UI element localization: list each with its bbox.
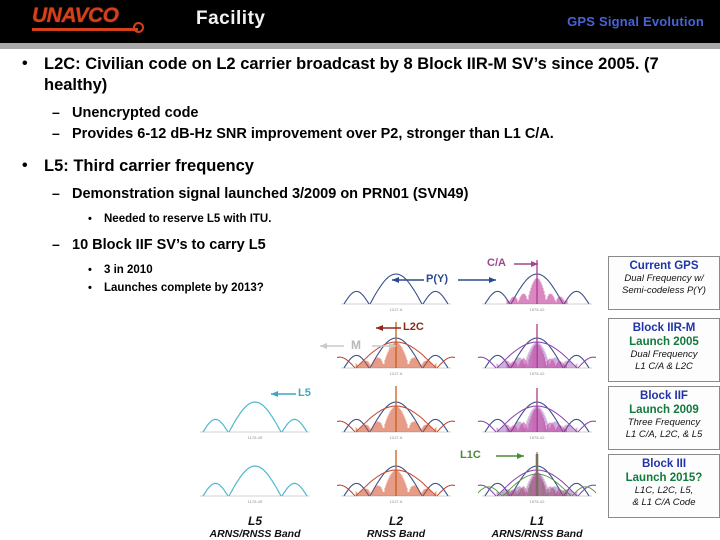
legend-box-block-iirm: Block IIR-M Launch 2005 Dual Frequency L… [608, 318, 720, 382]
facility-label: Facility [196, 8, 266, 29]
bullet-text: Provides 6-12 dB-Hz SNR improvement over… [72, 126, 554, 142]
spectrum-plot-l1-row4: 1575.42 [478, 448, 596, 505]
bullet-item: – 10 Block IIF SV’s to carry L5 [0, 235, 700, 255]
legend-title: Block III [641, 458, 687, 470]
column-caption-l1: L1 ARNS/RNSS Band [478, 514, 596, 540]
spectrum-plot-l2-row3: 1227.6 [337, 384, 455, 441]
legend-box-current-gps: Current GPS Dual Frequency w/ Semi-codel… [608, 256, 720, 310]
center-frequency-label: 1227.6 [389, 307, 403, 312]
center-frequency-label: 1575.42 [529, 307, 545, 312]
bullet-marker: • [22, 55, 28, 72]
bullet-item: – Provides 6-12 dB-Hz SNR improvement ov… [0, 124, 700, 144]
header-divider [0, 43, 720, 49]
legend-box-block-iif: Block IIF Launch 2009 Three Frequency L1… [608, 386, 720, 450]
center-frequency-label: 1575.42 [529, 435, 545, 440]
bullet-item: • Needed to reserve L5 with ITU. [0, 211, 700, 228]
center-frequency-label: 1227.6 [389, 499, 403, 504]
legend-launch: Launch 2015? [625, 472, 703, 484]
bullet-text: Demonstration signal launched 3/2009 on … [72, 186, 469, 202]
page-title: GPS Signal Evolution [567, 14, 704, 29]
center-frequency-label: 1176.45 [247, 435, 263, 440]
legend-desc-line1: L1C, L2C, L5, [634, 485, 694, 496]
column-caption-l2: L2 RNSS Band [337, 514, 455, 540]
l5-annotation: L5 [298, 387, 311, 399]
ca-annotation: C/A [487, 257, 506, 269]
spectrum-plot-l1-row3: 1575.42 [478, 384, 596, 441]
legend-title: Block IIR-M [632, 322, 696, 334]
center-frequency-label: 1227.6 [389, 435, 403, 440]
bullet-marker: • [22, 157, 28, 174]
legend-box-block-iii: Block III Launch 2015? L1C, L2C, L5, & L… [608, 454, 720, 518]
slide-canvas: UNAVCO Facility GPS Signal Evolution • L… [0, 0, 720, 540]
slide-header: UNAVCO Facility GPS Signal Evolution [0, 0, 720, 43]
column-subcaption-l1: ARNS/RNSS Band [491, 528, 583, 540]
legend-title: Block IIF [640, 390, 688, 402]
column-band-l5: L5 [247, 514, 262, 528]
spectrum-plot-l5-row3: 1176.45 [196, 384, 314, 441]
gps-signal-evolution-figure: 1227.6 1575.42 1227.6 1575.42 1176.45 1227.6 1… [196, 256, 720, 540]
bullet-item: • L2C: Civilian code on L2 carrier broad… [0, 54, 700, 96]
column-band-l1: L1 [529, 514, 544, 528]
legend-desc-line2: L1 C/A, L2C, & L5 [625, 428, 703, 440]
bullet-marker: – [52, 185, 60, 201]
legend-desc-line2: Semi-codeless P(Y) [622, 284, 706, 296]
spectrum-plot-l2-row4: 1227.6 [337, 448, 455, 505]
legend-launch: Launch 2009 [629, 404, 699, 416]
legend-desc-line2: & L1 C/A Code [632, 496, 696, 508]
py-annotation: P(Y) [426, 273, 448, 285]
m-code-annotation: M [351, 338, 361, 352]
legend-launch: Launch 2005 [629, 336, 699, 348]
column-subcaption-l5: ARNS/RNSS Band [209, 528, 301, 540]
bullet-text: Unencrypted code [72, 105, 199, 121]
spectrum-plot-grid: 1227.6 1575.42 1227.6 1575.42 1176.45 1227.6 1… [196, 256, 596, 514]
bullet-marker: – [52, 104, 60, 120]
bullet-marker: • [88, 213, 92, 225]
bullet-marker: – [52, 236, 60, 252]
center-frequency-label: 1176.45 [247, 499, 263, 504]
center-frequency-label: 1575.42 [529, 371, 545, 376]
unavco-logo: UNAVCO [32, 5, 154, 38]
spectrum-plot-l1-row2: 1575.42 [478, 320, 596, 377]
bullet-marker: • [88, 282, 92, 294]
legend-desc-line1: Three Frequency [627, 417, 701, 428]
center-frequency-label: 1227.6 [389, 371, 403, 376]
legend-desc-line2: L1 C/A & L2C [635, 360, 693, 372]
l1c-annotation: L1C [460, 449, 481, 461]
bullet-marker: – [52, 125, 60, 141]
bullet-text: L5: Third carrier frequency [44, 157, 254, 175]
unavco-logo-underline [32, 28, 138, 31]
bullet-text: L2C: Civilian code on L2 carrier broadca… [44, 55, 659, 94]
l2c-annotation: L2C [403, 321, 424, 333]
bullet-item: – Unencrypted code [0, 103, 700, 123]
legend-desc-line1: Dual Frequency w/ [624, 273, 704, 284]
center-frequency-label: 1575.42 [529, 499, 545, 504]
bullet-item: • L5: Third carrier frequency [0, 156, 700, 177]
bullet-text: Needed to reserve L5 with ITU. [104, 213, 272, 225]
spectrum-plot-l5-row4: 1176.45 [196, 448, 314, 505]
column-band-l2: L2 [388, 514, 403, 528]
bullet-item: – Demonstration signal launched 3/2009 o… [0, 184, 700, 204]
column-caption-l5: L5 ARNS/RNSS Band [196, 514, 314, 540]
legend-title: Current GPS [629, 260, 699, 272]
unavco-logo-curl-icon [133, 22, 144, 33]
bullet-marker: • [88, 264, 92, 276]
legend-desc-line1: Dual Frequency [630, 349, 698, 360]
bullet-text: 10 Block IIF SV’s to carry L5 [72, 237, 266, 253]
column-subcaption-l2: RNSS Band [366, 528, 426, 540]
bullet-text: 3 in 2010 [104, 264, 153, 276]
